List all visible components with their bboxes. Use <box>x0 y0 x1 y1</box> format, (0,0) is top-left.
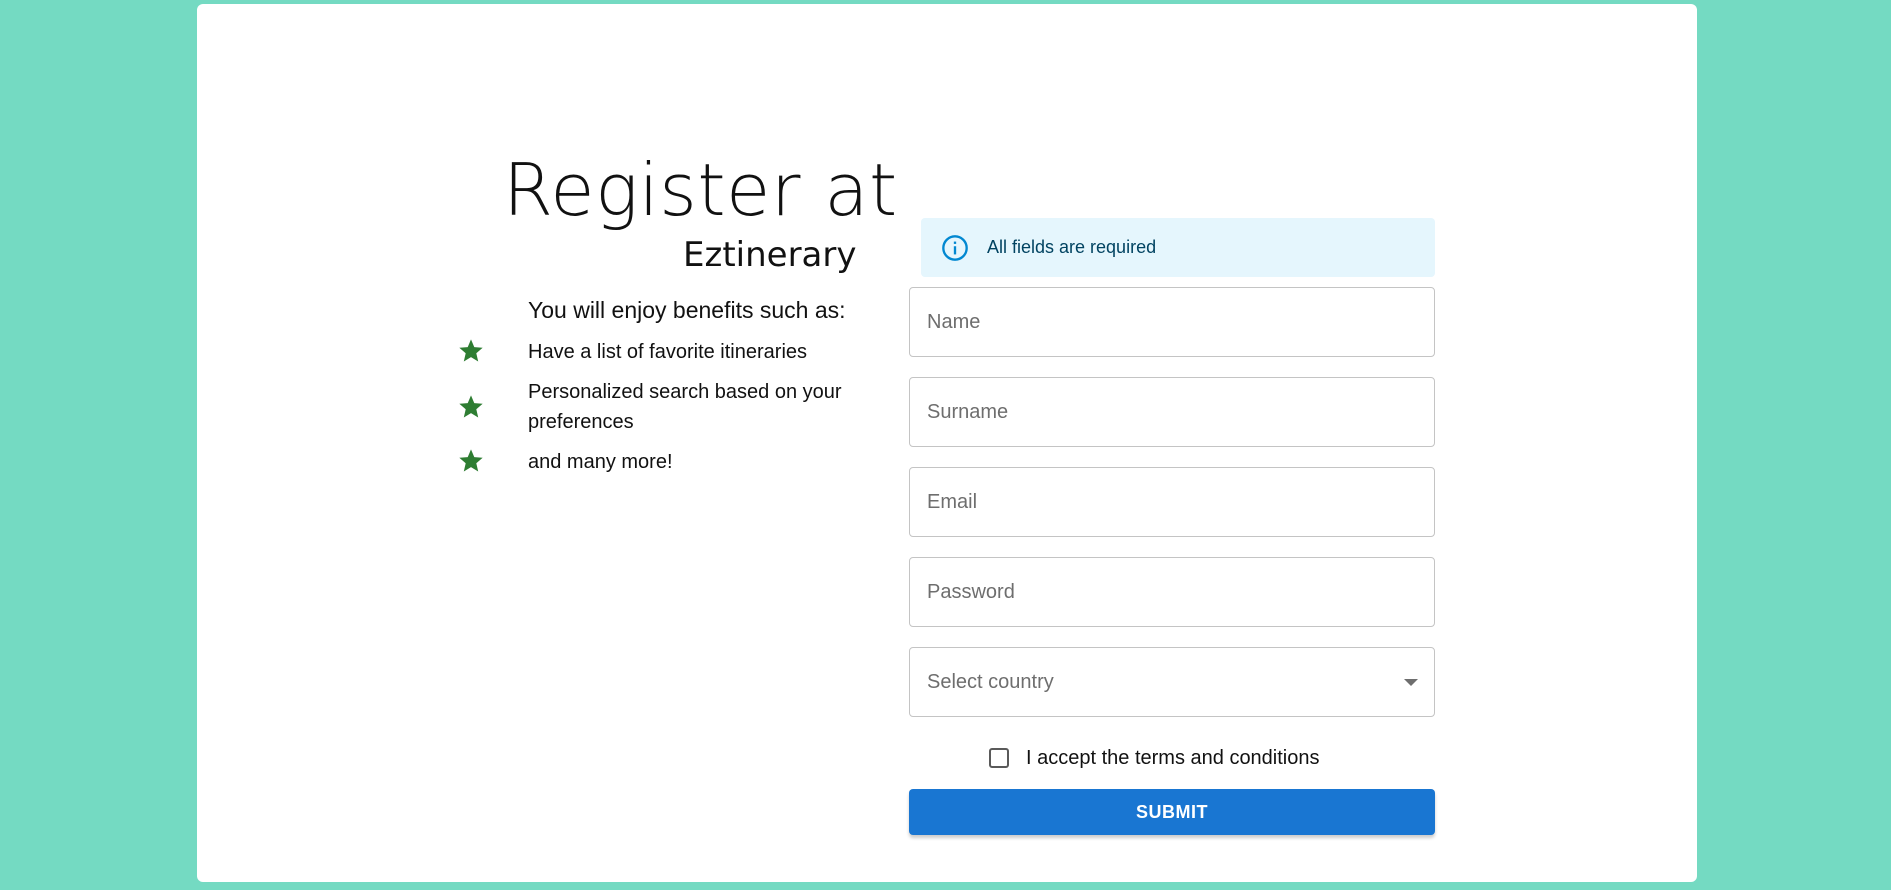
benefit-text: and many more! <box>528 451 673 473</box>
password-field <box>909 557 1435 627</box>
alert-message: All fields are required <box>987 237 1157 257</box>
submit-button[interactable]: SUBMIT <box>909 789 1435 835</box>
password-input[interactable] <box>910 558 1434 626</box>
benefits-heading: You will enjoy benefits such as: <box>528 297 846 323</box>
dropdown-caret-icon <box>1404 679 1418 686</box>
email-field <box>909 467 1435 537</box>
email-input[interactable] <box>910 468 1434 536</box>
register-card: Register at Eztinerary You will enjoy be… <box>197 4 1697 882</box>
info-icon <box>942 234 968 261</box>
country-select[interactable]: Select country <box>909 647 1435 717</box>
star-icon <box>459 449 483 472</box>
surname-input[interactable] <box>910 378 1434 446</box>
benefit-text: Personalized search based on your prefer… <box>528 381 842 433</box>
name-field <box>909 287 1435 357</box>
register-form: All fields are required Select country I… <box>909 4 1439 882</box>
terms-checkbox[interactable] <box>989 748 1009 768</box>
info-alert: All fields are required <box>921 218 1435 277</box>
country-select-placeholder: Select country <box>927 671 1054 693</box>
benefit-text: Have a list of favorite itineraries <box>528 341 808 363</box>
star-icon <box>459 395 483 418</box>
surname-field <box>909 377 1435 447</box>
terms-label[interactable]: I accept the terms and conditions <box>1026 747 1320 770</box>
name-input[interactable] <box>910 288 1434 356</box>
star-icon <box>459 339 483 362</box>
terms-row: I accept the terms and conditions <box>989 740 1320 776</box>
